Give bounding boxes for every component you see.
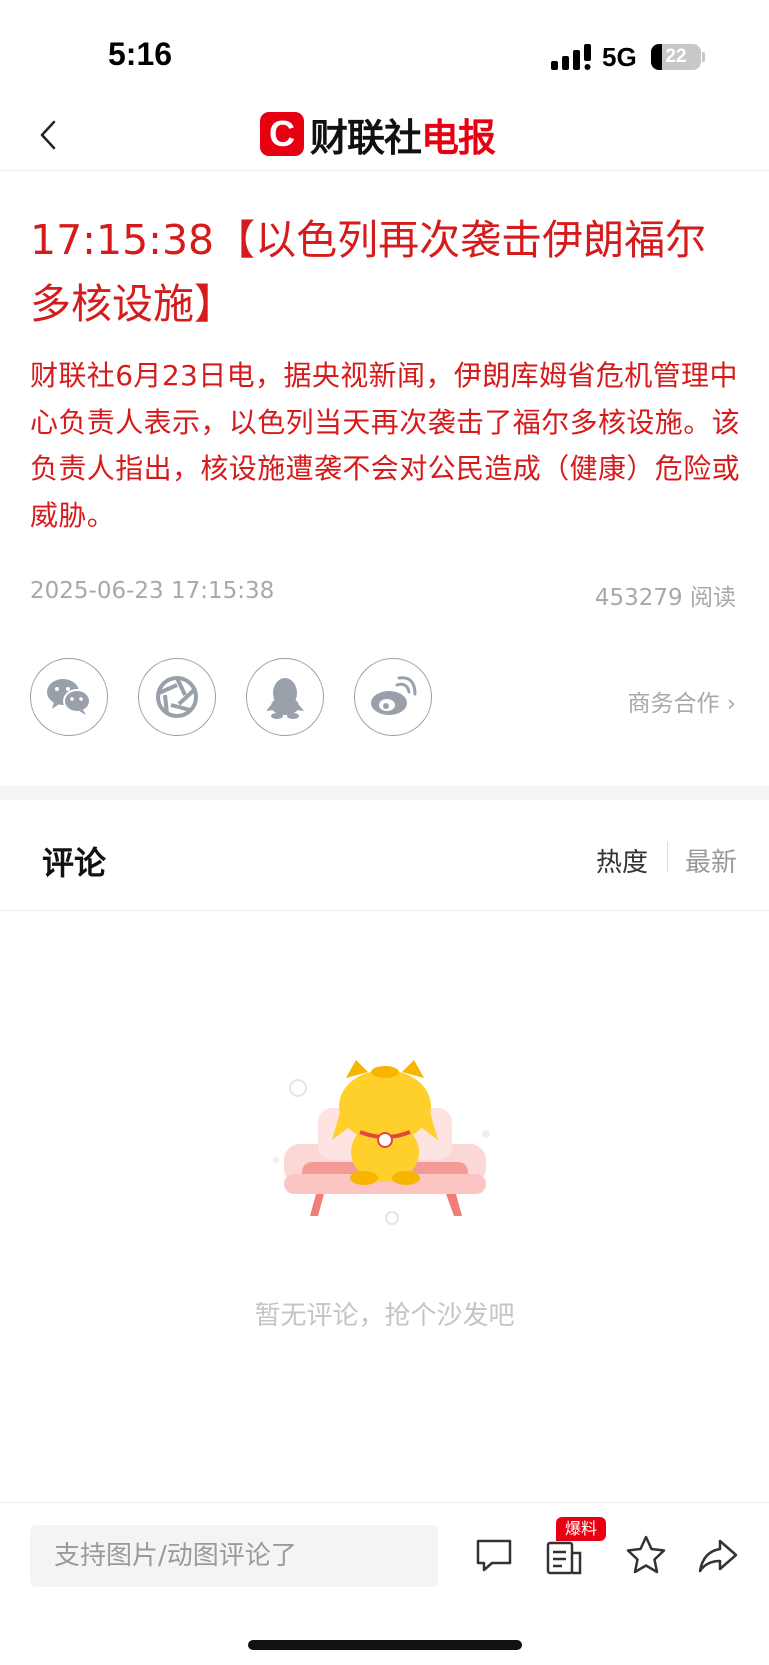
logo-name: 财联社 (310, 115, 422, 160)
business-cooperation-link[interactable]: 商务合作 › (627, 684, 736, 718)
sort-separator (667, 842, 668, 872)
battery-icon: 22 (651, 44, 701, 70)
section-divider (0, 786, 769, 800)
weibo-icon (371, 676, 417, 715)
logo-mark: C (260, 112, 304, 156)
comments-divider (0, 910, 769, 911)
tipoff-badge: 爆料 (556, 1517, 607, 1541)
mascot-sofa-illustration (273, 1060, 490, 1225)
article-headline: 17:15:38【以色列再次袭击伊朗福尔多核设施】 (30, 216, 707, 328)
share-icon[interactable] (696, 1533, 740, 1577)
share-weibo-button[interactable] (354, 658, 432, 736)
star-icon[interactable] (624, 1533, 668, 1577)
article-date: 2025-06-23 17:15:38 (30, 578, 275, 604)
logo-section: 电报 (421, 115, 496, 160)
comment-icon[interactable] (472, 1533, 516, 1577)
comments-title: 评论 (42, 844, 107, 882)
status-time: 5:16 (108, 36, 173, 72)
battery-level: 22 (665, 46, 687, 67)
network-type: 5G (602, 42, 637, 72)
battery-tip (702, 52, 705, 62)
moments-icon (156, 676, 198, 718)
signal-icon (551, 44, 591, 70)
share-qq-button[interactable] (246, 658, 324, 736)
bottom-bar: 支持图片/动图评论了 爆料 (0, 1502, 769, 1613)
article-body: 财联社6月23日电，据央视新闻，伊朗库姆省危机管理中心负责人表示，以色列当天再次… (30, 359, 741, 532)
article-read-count: 453279 阅读 (594, 585, 736, 611)
home-indicator (248, 1640, 522, 1650)
wechat-icon (47, 679, 91, 715)
share-moments-button[interactable] (138, 658, 216, 736)
empty-comments-text: 暂无评论，抢个沙发吧 (254, 1301, 515, 1331)
comment-input[interactable]: 支持图片/动图评论了 (30, 1525, 438, 1587)
sort-new-tab[interactable]: 最新 (685, 842, 737, 879)
qq-icon (266, 678, 304, 719)
navbar: C 财联社 电报 (0, 100, 769, 171)
share-wechat-button[interactable] (30, 658, 108, 736)
sort-hot-tab[interactable]: 热度 (596, 842, 648, 879)
app-logo: C 财联社 电报 (260, 106, 496, 162)
back-arrow-icon[interactable] (36, 110, 76, 160)
status-bar: 5:16 5G 22 (0, 0, 769, 100)
